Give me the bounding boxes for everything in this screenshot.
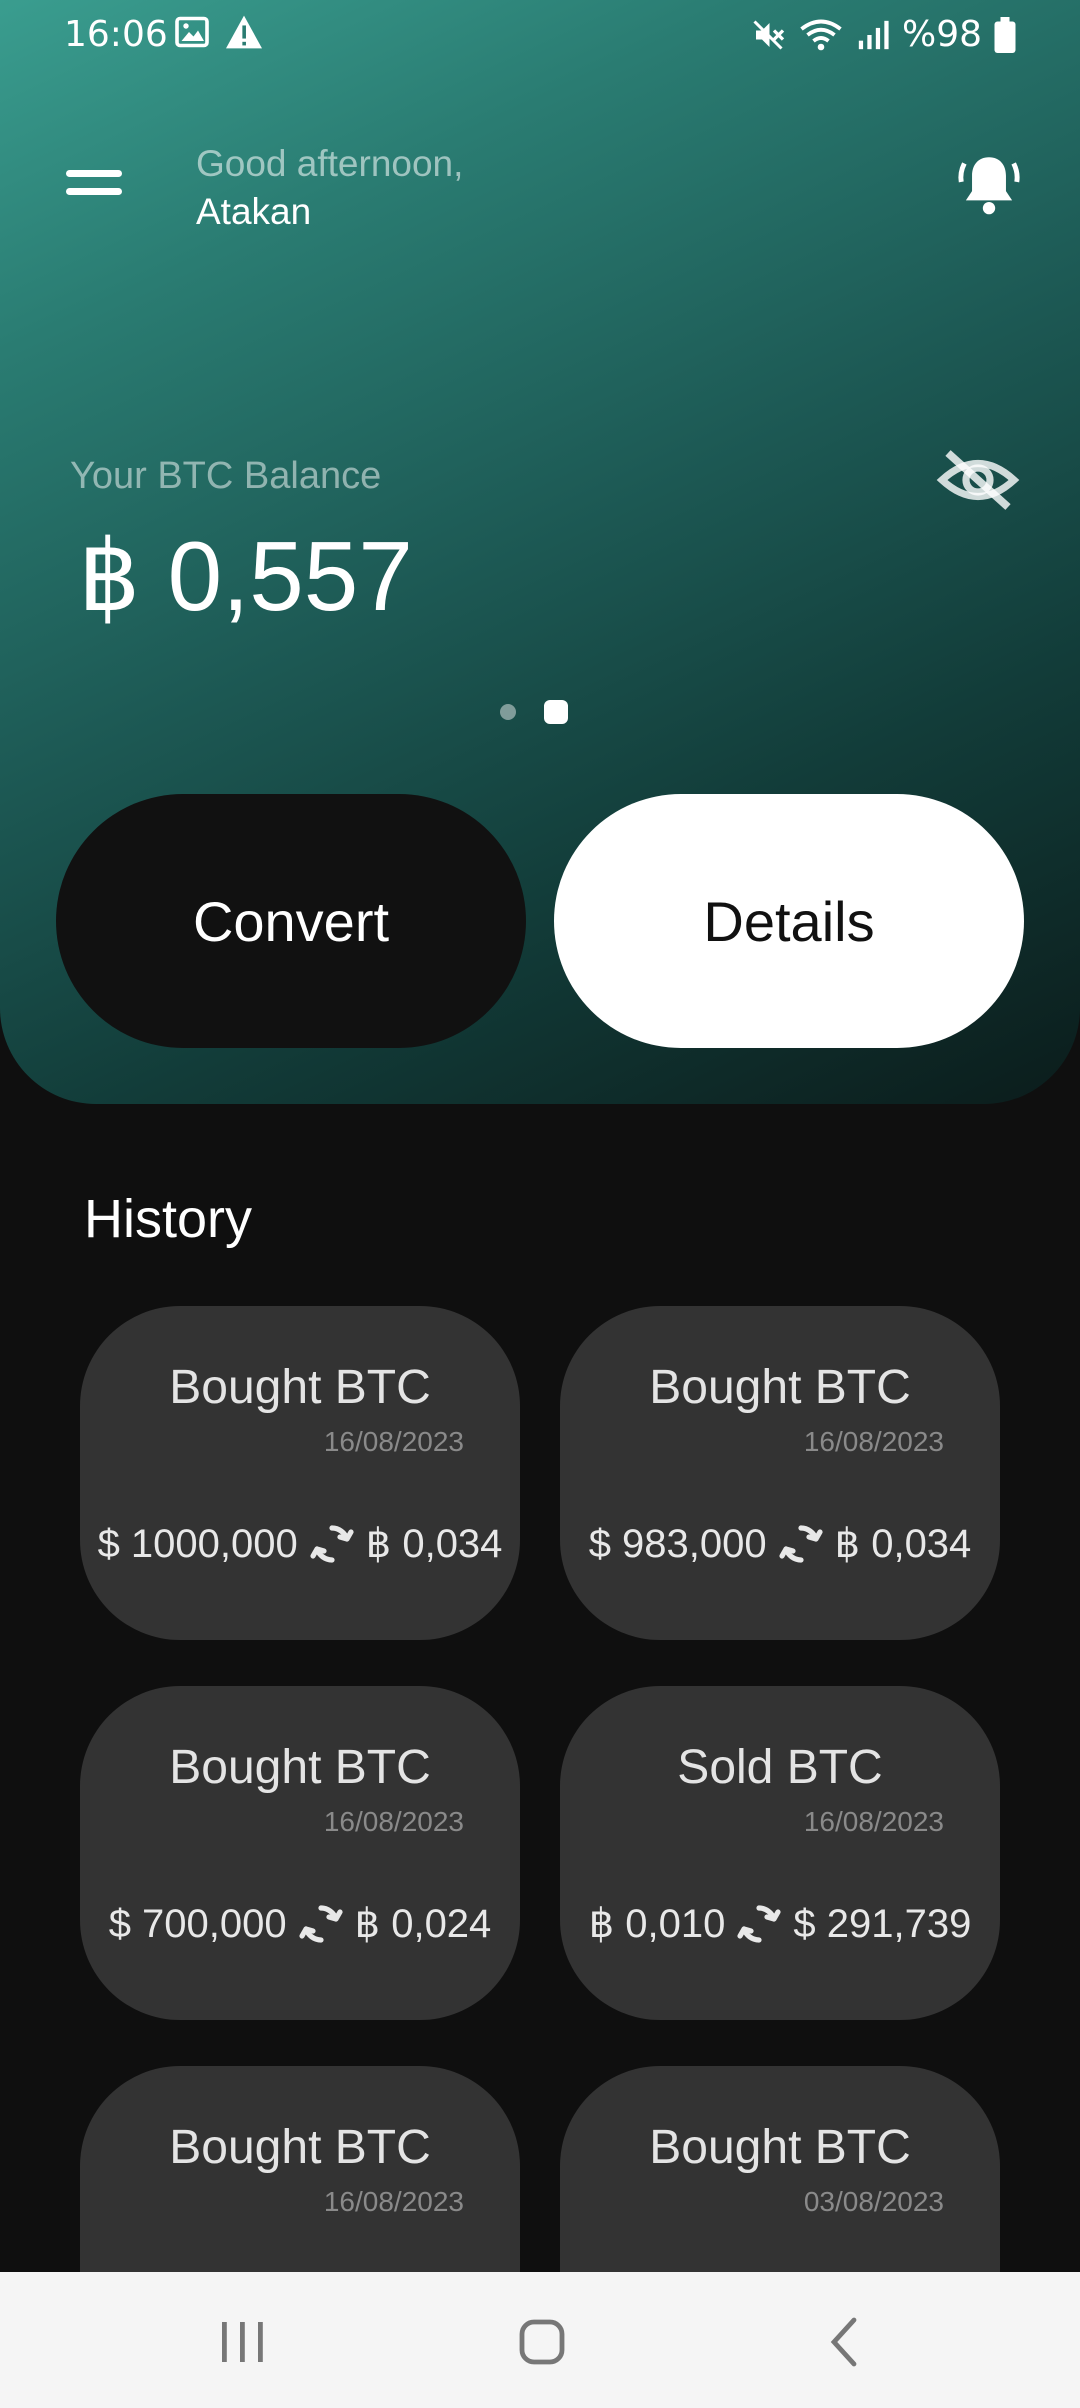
greeting: Good afternoon, Atakan — [196, 140, 463, 236]
image-icon — [175, 16, 209, 48]
amount-to: ฿ 0,034 — [834, 1522, 972, 1566]
history-title: History — [84, 1189, 253, 1249]
warning-icon — [226, 15, 262, 49]
mute-icon — [753, 19, 785, 50]
back-icon[interactable] — [816, 2312, 876, 2372]
transaction-date: 16/08/2023 — [323, 1426, 464, 1457]
details-button[interactable]: Details — [554, 794, 1024, 1048]
transaction-date: 16/08/2023 — [323, 2186, 464, 2217]
convert-button[interactable]: Convert — [56, 794, 526, 1048]
swap-icon — [299, 1905, 343, 1943]
amount-to: $ 291,739 — [793, 1901, 972, 1946]
battery-percent: %98 — [901, 14, 982, 55]
notifications-button[interactable] — [952, 148, 1026, 222]
swap-icon — [779, 1525, 823, 1563]
recent-apps-icon[interactable] — [212, 2312, 272, 2372]
swap-icon — [737, 1905, 781, 1943]
battery-icon — [994, 16, 1016, 53]
amount-from: $ 1000,000 — [97, 1521, 298, 1566]
home-icon[interactable] — [512, 2312, 572, 2372]
page-dot-active[interactable] — [544, 700, 568, 724]
transaction-date: 16/08/2023 — [803, 1806, 944, 1837]
hide-balance-button[interactable] — [936, 444, 1020, 516]
history-card[interactable]: Bought BTC 16/08/2023 $ 983,000 ฿ 0,034 — [560, 1306, 1000, 1640]
transaction-title: Bought BTC — [169, 1361, 431, 1414]
transaction-title: Bought BTC — [169, 2121, 431, 2174]
menu-button[interactable] — [64, 164, 126, 208]
bell-icon — [958, 157, 1020, 215]
status-bar: 16:06 %98 — [0, 0, 1080, 72]
amount-to: ฿ 0,024 — [354, 1902, 492, 1946]
transaction-date: 16/08/2023 — [323, 1806, 464, 1837]
transaction-title: Bought BTC — [649, 1361, 911, 1414]
eye-off-icon — [936, 450, 1020, 510]
user-name: Atakan — [196, 191, 312, 232]
system-nav-bar — [0, 2272, 1080, 2408]
history-card[interactable]: Sold BTC 16/08/2023 ฿ 0,010 $ 291,739 — [560, 1686, 1000, 2020]
wifi-icon — [800, 19, 842, 50]
transaction-title: Sold BTC — [677, 1741, 883, 1794]
amount-from: $ 700,000 — [108, 1901, 287, 1946]
greeting-text: Good afternoon, — [196, 143, 464, 184]
transaction-date: 03/08/2023 — [803, 2186, 944, 2217]
history-card[interactable]: Bought BTC 16/08/2023 $ 700,000 ฿ 0,024 — [80, 1686, 520, 2020]
amount-from: ฿ 0,010 — [588, 1902, 726, 1946]
balance-label: Your BTC Balance — [70, 455, 382, 497]
page-indicator — [500, 700, 568, 724]
status-time: 16:06 — [64, 14, 168, 55]
transaction-title: Bought BTC — [169, 1741, 431, 1794]
amount-to: ฿ 0,034 — [365, 1522, 503, 1566]
signal-icon — [858, 20, 889, 49]
balance-hero: 16:06 %98 Good afternoon, Atakan Your BT… — [0, 0, 1080, 1104]
swap-icon — [310, 1525, 354, 1563]
history-card[interactable]: Bought BTC 16/08/2023 $ 1000,000 ฿ 0,034 — [80, 1306, 520, 1640]
amount-from: $ 983,000 — [588, 1521, 767, 1566]
transaction-date: 16/08/2023 — [803, 1426, 944, 1457]
page-dot[interactable] — [500, 704, 516, 720]
balance-value: ฿ 0,557 — [78, 521, 413, 631]
hamburger-icon — [66, 170, 122, 195]
transaction-title: Bought BTC — [649, 2121, 911, 2174]
